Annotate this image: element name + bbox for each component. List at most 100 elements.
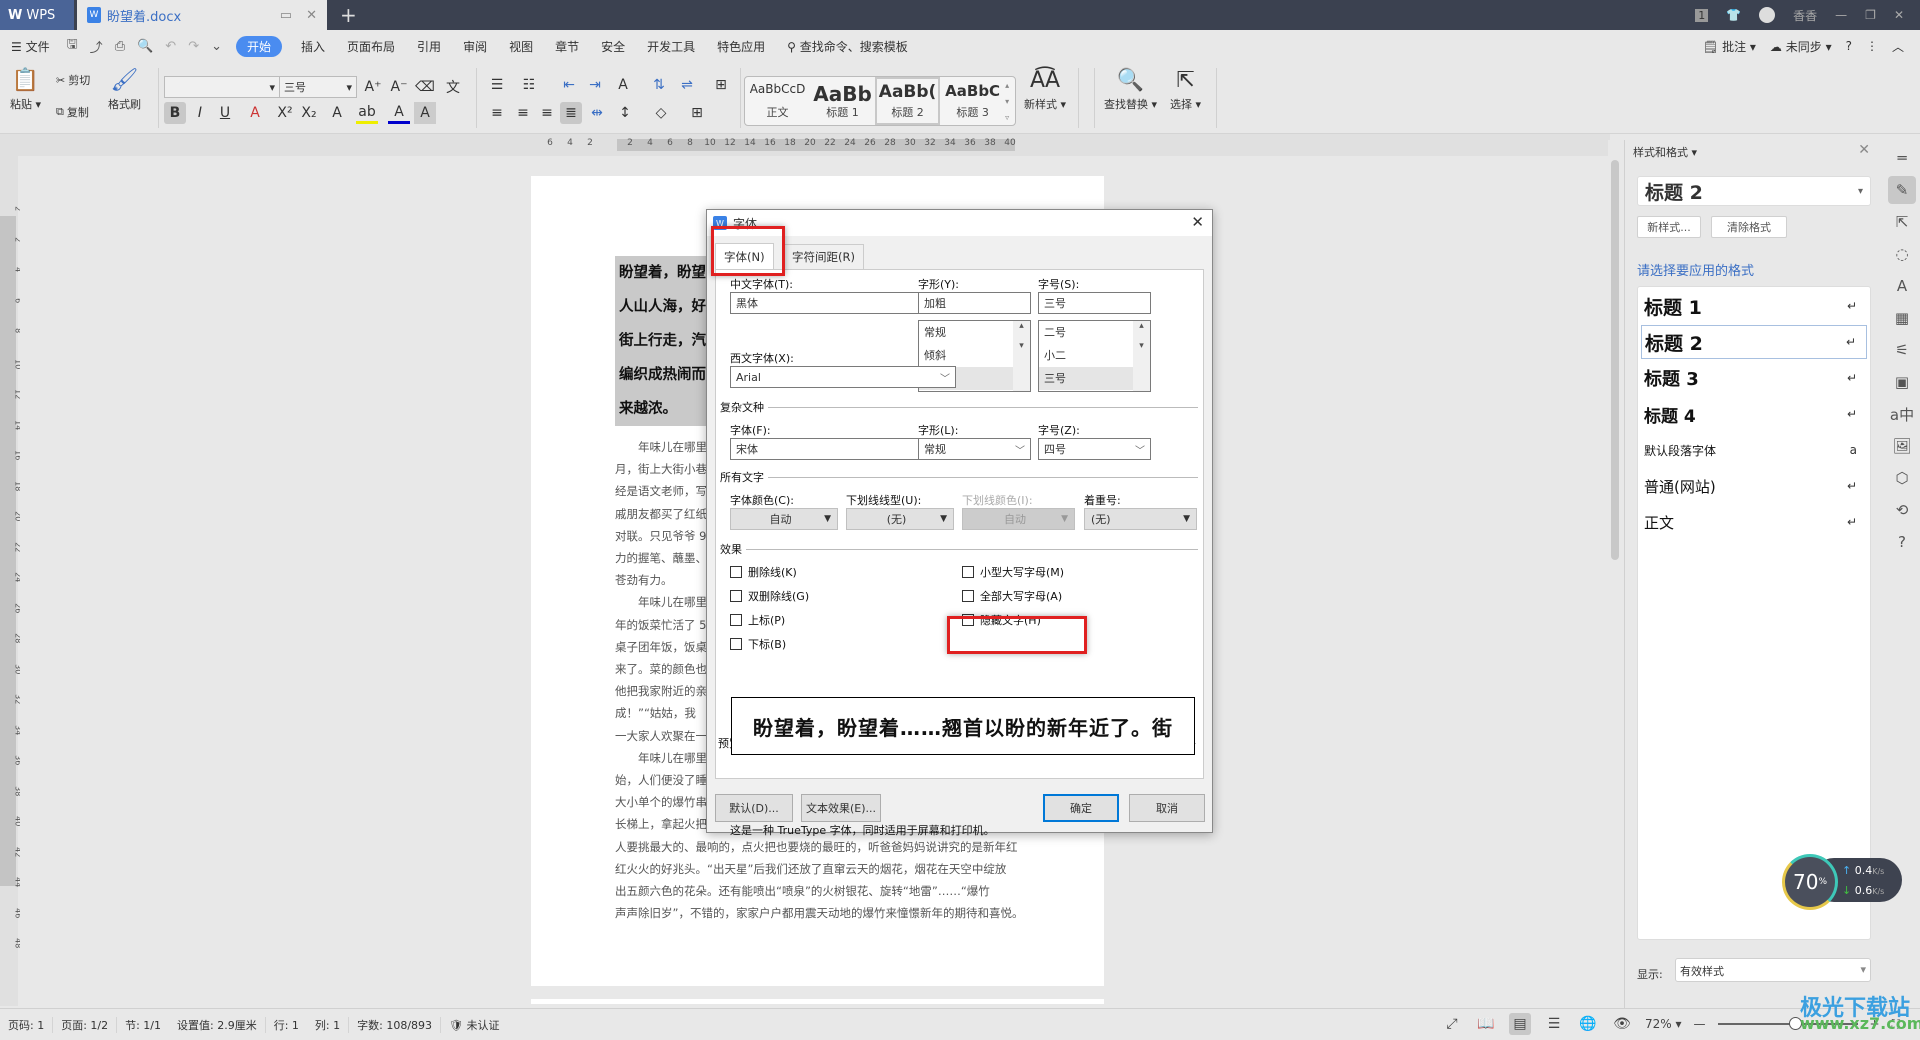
help-icon[interactable]: ? xyxy=(1846,39,1852,53)
char-shading-icon[interactable]: A xyxy=(414,102,436,124)
clear-format-icon[interactable]: ⌫ xyxy=(414,76,436,98)
print-icon[interactable]: ⎙ xyxy=(109,39,131,54)
subscript-checkbox[interactable]: 下标(B) xyxy=(730,636,786,652)
status-setting[interactable]: 设置值: 2.9厘米 xyxy=(169,1016,266,1033)
style-input[interactable]: 加粗 xyxy=(918,292,1031,314)
menu-tab-start[interactable]: 开始 xyxy=(236,35,283,57)
shading-icon[interactable]: ◇ xyxy=(650,102,672,124)
italic-icon[interactable]: I xyxy=(189,102,211,124)
body-line[interactable]: 声声除旧岁”，不错的，家家户户都用震天动地的爆竹来憧憬新年的期待和喜悦。 xyxy=(615,902,1020,924)
scrollbar-thumb[interactable] xyxy=(1611,160,1619,560)
align-center-icon[interactable]: ≡ xyxy=(512,102,534,124)
style-list-item[interactable]: 普通(网站) ↵ xyxy=(1641,469,1867,503)
zoom-level[interactable]: 72% ▾ xyxy=(1645,1017,1682,1031)
cancel-button[interactable]: 取消 xyxy=(1129,794,1205,822)
menu-tab-section[interactable]: 章节 xyxy=(544,38,590,55)
subscript-icon[interactable]: X₂ xyxy=(298,102,320,124)
pinyin-icon[interactable]: 文 xyxy=(442,76,464,98)
listbox-scrollbar[interactable]: ▴ ▾ xyxy=(1013,321,1030,391)
text-effect-icon[interactable]: A xyxy=(326,102,348,124)
more-icon[interactable]: ⋮ xyxy=(1866,39,1878,53)
style-list-item[interactable]: 正文 ↵ xyxy=(1641,505,1867,539)
vertical-ruler[interactable]: 2 2 4 6 8 10 12 14 16 18 20 22 24 26 28 30 32 34 36 38 40 42 4… xyxy=(0,156,22,1006)
user-name[interactable]: 香香 xyxy=(1793,7,1817,24)
window-mode-icon[interactable]: ▭ xyxy=(280,8,292,23)
style-pen-icon[interactable]: ✎ xyxy=(1888,176,1916,204)
small-caps-checkbox[interactable]: 小型大写字母(M) xyxy=(962,564,1064,580)
avatar[interactable] xyxy=(1759,7,1776,23)
minimize-icon[interactable]: — xyxy=(1835,8,1847,22)
decrease-indent-icon[interactable]: ⇤ xyxy=(558,74,580,96)
notification-badge[interactable]: 1 xyxy=(1695,8,1709,22)
panel-title[interactable]: 样式和格式 ▾ xyxy=(1633,144,1697,160)
copy-button[interactable]: ⧉ 复制 xyxy=(56,104,89,120)
new-tab-button[interactable]: + xyxy=(340,0,357,30)
increase-indent-icon[interactable]: ⇥ xyxy=(584,74,606,96)
vertical-scrollbar[interactable] xyxy=(1608,140,1622,1008)
western-font-combo[interactable]: Arial ﹀ xyxy=(730,366,956,388)
menu-tab-security[interactable]: 安全 xyxy=(590,38,636,55)
align-right-icon[interactable]: ≡ xyxy=(536,102,558,124)
current-style-select[interactable]: 标题 2 ▾ xyxy=(1637,176,1871,206)
menu-tab-page-layout[interactable]: 页面布局 xyxy=(336,38,406,55)
dialog-close-icon[interactable]: ✕ xyxy=(1191,213,1204,231)
document-tab[interactable]: W 盼望着.docx ▭ ✕ xyxy=(77,0,327,30)
size-input[interactable]: 三号 xyxy=(1038,292,1151,314)
close-panel-icon[interactable]: ✕ xyxy=(1858,142,1870,158)
tab-char-spacing[interactable]: 字符间距(R) xyxy=(783,244,864,269)
grow-font-icon[interactable]: A⁺ xyxy=(362,76,384,98)
style-heading-2[interactable]: AaBb(标题 2 xyxy=(875,77,941,125)
horizontal-ruler[interactable]: 6 4 2 2 4 6 8 10 12 14 16 18 20 22 24 26 28 30 32 34 36 38 40 xyxy=(0,134,1610,156)
ok-button[interactable]: 确定 xyxy=(1043,794,1119,822)
superscript-checkbox[interactable]: 上标(P) xyxy=(730,612,785,628)
panel-menu-icon[interactable]: ═ xyxy=(1888,144,1916,172)
bullet-list-icon[interactable]: ☰ xyxy=(486,74,508,96)
menu-tab-review[interactable]: 审阅 xyxy=(452,38,498,55)
show-select[interactable]: 有效样式 ▾ xyxy=(1675,958,1871,982)
default-button[interactable]: 默认(D)... xyxy=(715,794,793,822)
font-color-dropdown[interactable]: 自动 ▼ xyxy=(730,508,838,530)
style-heading-1[interactable]: AaBb 标题 1 xyxy=(810,77,875,125)
underline-icon[interactable]: U xyxy=(214,102,236,124)
style-heading-3[interactable]: AaBbC 标题 3 xyxy=(940,77,1005,125)
find-replace-button[interactable]: 🔍 查找替换 ▾ xyxy=(1104,66,1157,112)
body-line[interactable]: 红火火的好兆头。“出天星”后我们还放了直窜云天的烟花，烟花在天空中绽放 xyxy=(615,858,1020,880)
select-button[interactable]: ⇱ 选择 ▾ xyxy=(1170,66,1201,112)
justify-icon[interactable]: ≣ xyxy=(560,102,582,124)
wps-home-tab[interactable]: W WPS xyxy=(0,0,74,30)
text-effects-button[interactable]: 文本效果(E)... xyxy=(801,794,881,822)
web-view-icon[interactable]: 🌐 xyxy=(1577,1013,1599,1035)
listbox-scrollbar[interactable]: ▴ ▾ xyxy=(1133,321,1150,391)
font-style-icon[interactable]: A xyxy=(1888,272,1916,300)
body-line[interactable]: 出五颜六色的花朵。还有能喷出“喷泉”的火树银花、旋转“地雷”……“爆竹 xyxy=(615,880,1020,902)
emphasis-dropdown[interactable]: (无) ▼ xyxy=(1084,508,1197,530)
strikethrough-icon[interactable]: A xyxy=(244,102,266,124)
command-search[interactable]: ⚲ 查找命令、搜索模板 xyxy=(776,38,919,55)
save-icon[interactable]: 🖫 xyxy=(61,35,84,57)
translate-icon[interactable]: a中 xyxy=(1888,400,1916,428)
style-gallery-scroll[interactable]: ▴ ▾ ▿ xyxy=(1005,77,1015,125)
status-col[interactable]: 列: 1 xyxy=(307,1016,350,1033)
bold-icon[interactable]: B xyxy=(164,102,186,124)
style-list-item[interactable]: 标题 4 ↵ xyxy=(1641,397,1867,431)
status-cert[interactable]: 🛡 未认证 xyxy=(441,1017,507,1033)
page-view-icon[interactable]: ▤ xyxy=(1509,1013,1532,1035)
adjust-icon[interactable]: ⚟ xyxy=(1888,336,1916,364)
status-word-count[interactable]: 字数: 108/893 xyxy=(349,1016,442,1033)
new-style-button[interactable]: A͡A 新样式 ▾ xyxy=(1024,66,1066,112)
reading-mode-icon[interactable]: 📖 xyxy=(1475,1013,1497,1035)
table-icon[interactable]: ▦ xyxy=(1888,304,1916,332)
align-left-icon[interactable]: ≡ xyxy=(486,102,508,124)
body-line[interactable]: 人要挑最大的、最响的，点火把也要烧的最旺的，听爸爸妈妈说讲究的是新年红 xyxy=(615,836,1020,858)
customize-icon[interactable]: ⌄ xyxy=(205,39,228,54)
line-break-icon[interactable]: ⇌ xyxy=(676,74,698,96)
complex-size-combo[interactable]: 四号 ﹀ xyxy=(1038,438,1151,460)
shrink-font-icon[interactable]: A⁻ xyxy=(388,76,410,98)
style-list-item[interactable]: 标题 3 ↵ xyxy=(1641,361,1867,395)
style-list-item[interactable]: 标题 1 ↵ xyxy=(1641,289,1867,323)
menu-tab-developer[interactable]: 开发工具 xyxy=(636,38,706,55)
menu-tab-insert[interactable]: 插入 xyxy=(290,38,336,55)
font-size-select[interactable]: 三号 ▾ xyxy=(279,76,357,98)
style-normal[interactable]: AaBbCcD 正文 xyxy=(745,77,810,125)
zoom-out-icon[interactable]: — xyxy=(1694,1017,1706,1031)
